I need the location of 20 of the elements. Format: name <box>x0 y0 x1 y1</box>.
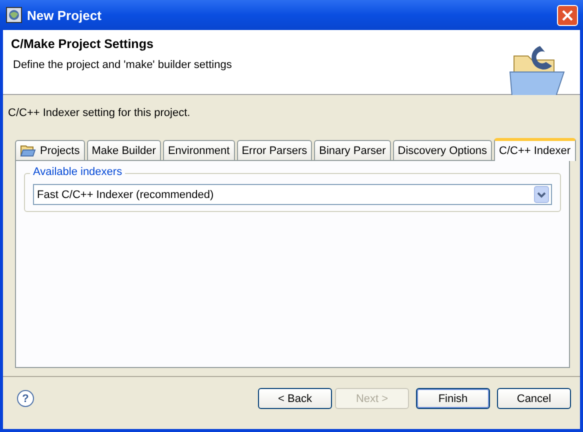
tab[interactable]: Error Parsers <box>236 140 312 160</box>
tab[interactable]: Make Builder <box>86 140 161 160</box>
tab[interactable]: C/C++ Indexer <box>494 138 576 161</box>
tab[interactable]: Environment <box>162 140 235 160</box>
status-message: C/C++ Indexer setting for this project. <box>8 107 192 119</box>
group-label: Available indexers <box>30 166 126 178</box>
indexer-dropdown[interactable]: Fast C/C++ Indexer (recommended) <box>33 184 552 205</box>
window-title: New Project <box>27 8 102 22</box>
tab[interactable]: Binary Parser <box>314 140 391 160</box>
dialog-button[interactable]: < Back <box>258 388 332 409</box>
page-description: Define the project and 'make' builder settings <box>13 59 232 71</box>
help-icon[interactable]: ? <box>17 390 34 407</box>
app-icon <box>6 7 22 23</box>
dialog-button[interactable]: Finish <box>416 388 490 409</box>
close-button[interactable] <box>557 4 578 26</box>
page-title: C/Make Project Settings <box>11 37 154 51</box>
tab[interactable]: Discovery Options <box>392 140 492 160</box>
tab[interactable]: Projects <box>15 140 85 160</box>
dialog-button[interactable]: Cancel <box>497 388 571 409</box>
close-icon[interactable] <box>561 8 574 22</box>
